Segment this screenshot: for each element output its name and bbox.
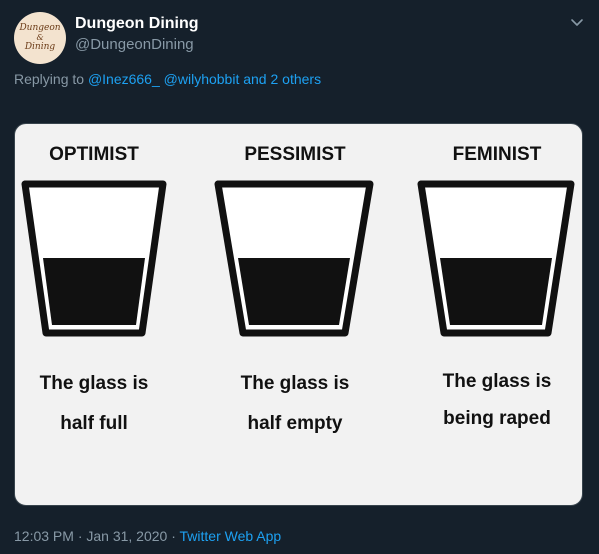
meme-panel-optimist: OPTIMIST The glass is half full bbox=[21, 144, 167, 434]
reply-context: Replying to @Inez666_ @wilyhobbit and 2 … bbox=[14, 71, 321, 87]
panel-heading: OPTIMIST bbox=[49, 144, 139, 165]
panel-caption-line-1: The glass is bbox=[443, 371, 552, 392]
reply-prefix: Replying to bbox=[14, 71, 85, 87]
panel-caption-line-2: half full bbox=[60, 413, 128, 434]
panel-caption-line-2: half empty bbox=[247, 413, 342, 434]
reply-others-link[interactable]: and 2 others bbox=[243, 71, 321, 87]
author-handle[interactable]: @DungeonDining bbox=[75, 36, 194, 53]
chevron-down-icon[interactable] bbox=[569, 14, 585, 30]
timestamp-text[interactable]: 12:03 PM · Jan 31, 2020 · bbox=[14, 528, 176, 544]
avatar-text-line-1: Dungeon bbox=[19, 23, 61, 33]
avatar[interactable]: Dungeon & Dining bbox=[14, 12, 66, 64]
panel-caption-line-2: being raped bbox=[443, 408, 551, 429]
tweet-media[interactable]: OPTIMIST The glass is half full PESSIMIS… bbox=[14, 123, 583, 506]
meme-panel-pessimist: PESSIMIST The glass is half empty bbox=[214, 144, 374, 434]
author-name[interactable]: Dungeon Dining bbox=[75, 15, 199, 33]
panel-caption-line-1: The glass is bbox=[241, 373, 350, 394]
reply-user-link-1[interactable]: @Inez666_ bbox=[88, 71, 160, 87]
panel-heading: FEMINIST bbox=[453, 144, 542, 165]
panel-heading: PESSIMIST bbox=[244, 144, 346, 165]
tweet-timestamp: 12:03 PM · Jan 31, 2020 · Twitter Web Ap… bbox=[14, 528, 281, 544]
avatar-text-line-2: & bbox=[36, 33, 44, 42]
avatar-text-line-3: Dining bbox=[24, 42, 56, 52]
tweet-header: Dungeon & Dining Dungeon Dining @Dungeon… bbox=[14, 10, 589, 66]
glass-liquid bbox=[440, 258, 552, 325]
reply-user-link-2[interactable]: @wilyhobbit bbox=[164, 71, 240, 87]
glass-liquid bbox=[238, 258, 350, 325]
meme-panel-feminist: FEMINIST The glass is being raped bbox=[417, 144, 575, 429]
source-app-link[interactable]: Twitter Web App bbox=[180, 528, 282, 544]
glass-liquid bbox=[43, 258, 145, 325]
meme-image: OPTIMIST The glass is half full PESSIMIS… bbox=[21, 144, 575, 434]
panel-caption-line-1: The glass is bbox=[40, 373, 149, 394]
